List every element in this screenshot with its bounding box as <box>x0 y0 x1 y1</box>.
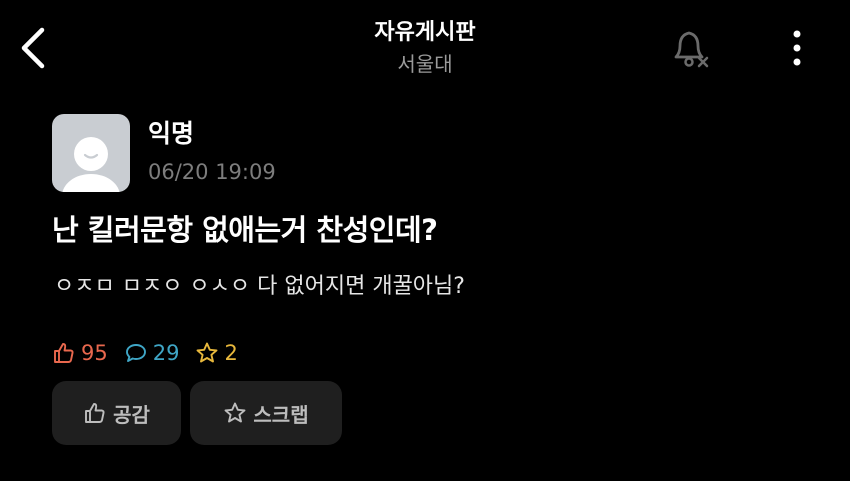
scrap-count-value: 2 <box>224 341 238 365</box>
title-block: 자유게시판 서울대 <box>0 18 850 78</box>
empathy-button[interactable]: 공감 <box>52 381 181 445</box>
post-timestamp: 06/20 19:09 <box>148 160 276 184</box>
star-icon <box>197 342 218 363</box>
thumbs-up-icon <box>85 403 105 423</box>
like-count-value: 95 <box>81 341 108 365</box>
star-icon <box>224 402 246 423</box>
post-body: ㅇㅈㅁ ㅁㅈㅇ ㅇㅅㅇ 다 없어지면 개꿀아님? <box>54 274 465 299</box>
notification-button[interactable] <box>668 26 714 72</box>
avatar[interactable] <box>52 114 130 192</box>
more-options-button[interactable] <box>780 26 814 70</box>
comment-count: 29 <box>124 341 180 365</box>
post-stats: 95 29 2 <box>52 338 254 368</box>
thumbs-up-icon <box>54 343 74 363</box>
school-name: 서울대 <box>397 52 453 76</box>
scrap-count: 2 <box>195 341 238 365</box>
comment-count-value: 29 <box>152 341 180 365</box>
scrap-button[interactable]: 스크랩 <box>190 381 342 445</box>
bell-off-icon <box>674 31 709 68</box>
author-name: 익명 <box>148 119 195 148</box>
board-title: 자유게시판 <box>374 20 476 45</box>
comment-bubble-icon <box>125 344 146 362</box>
post-title: 난 킬러문항 없애는거 찬성인데? <box>52 213 438 247</box>
top-bar: 자유게시판 서울대 <box>0 0 850 95</box>
anonymous-user-icon <box>62 137 120 192</box>
scrap-button-label: 스크랩 <box>253 402 309 427</box>
empathy-button-label: 공감 <box>113 402 150 427</box>
more-vertical-icon <box>793 30 801 66</box>
like-count: 95 <box>52 341 108 365</box>
